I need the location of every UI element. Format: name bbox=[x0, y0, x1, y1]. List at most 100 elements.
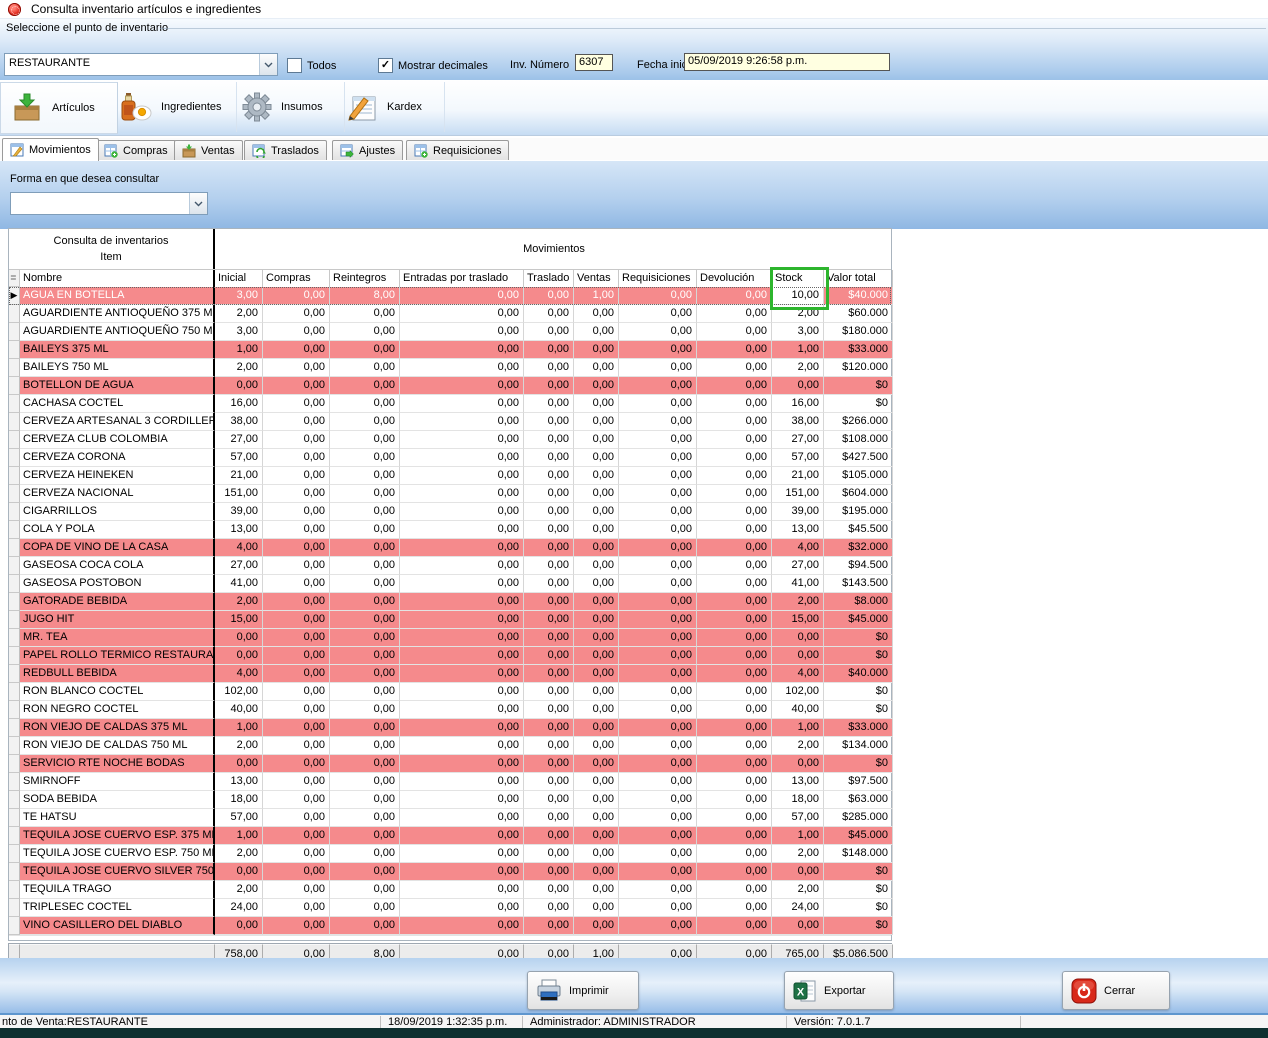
table-row[interactable]: RON BLANCO COCTEL102,000,000,000,000,000… bbox=[9, 683, 891, 701]
value-cell-valor-total: $45.000 bbox=[824, 611, 893, 629]
table-row[interactable]: TEQUILA JOSE CUERVO SILVER 750 M0,000,00… bbox=[9, 863, 891, 881]
tab-movimientos[interactable]: Movimientos bbox=[2, 138, 99, 161]
value-cell-devoluci-n: 0,00 bbox=[697, 485, 772, 503]
table-row[interactable]: BAILEYS 375 ML1,000,000,000,000,000,000,… bbox=[9, 341, 891, 359]
value-cell-ventas: 0,00 bbox=[574, 791, 619, 809]
table-row[interactable]: COPA DE VINO DE LA CASA4,000,000,000,000… bbox=[9, 539, 891, 557]
checkbox-check-icon[interactable]: ✓ bbox=[378, 58, 393, 73]
tab-traslados[interactable]: Traslados bbox=[244, 140, 327, 160]
table-row[interactable]: PAPEL ROLLO TERMICO RESTAURAN0,000,000,0… bbox=[9, 647, 891, 665]
table-row[interactable]: CERVEZA CORONA57,000,000,000,000,000,000… bbox=[9, 449, 891, 467]
table-row[interactable]: RON VIEJO DE CALDAS 375 ML1,000,000,000,… bbox=[9, 719, 891, 737]
table-row[interactable]: ▶AGUA EN BOTELLA3,000,008,000,000,001,00… bbox=[9, 287, 891, 305]
value-cell-traslado: 0,00 bbox=[524, 575, 574, 593]
table-row[interactable]: TRIPLESEC COCTEL24,000,000,000,000,000,0… bbox=[9, 899, 891, 917]
column-header-compras[interactable]: Compras bbox=[263, 270, 330, 287]
table-row[interactable]: SMIRNOFF13,000,000,000,000,000,000,000,0… bbox=[9, 773, 891, 791]
mostrar-decimales-checkbox[interactable]: ✓ Mostrar decimales bbox=[378, 58, 488, 73]
value-cell-requisiciones: 0,00 bbox=[619, 719, 697, 737]
table-row[interactable]: TE HATSU57,000,000,000,000,000,000,000,0… bbox=[9, 809, 891, 827]
exportar-button[interactable]: X Exportar bbox=[784, 971, 894, 1010]
todos-checkbox[interactable]: Todos bbox=[287, 58, 336, 73]
tab-ajustes[interactable]: Ajustes bbox=[332, 140, 403, 160]
value-cell-stock: 27,00 bbox=[772, 431, 824, 449]
column-header-stock[interactable]: Stock bbox=[772, 270, 824, 287]
tab-compras[interactable]: Compras bbox=[96, 140, 176, 160]
column-header-entradas-por-traslado[interactable]: Entradas por traslado bbox=[400, 270, 524, 287]
table-row[interactable]: AGUARDIENTE ANTIOQUEÑO 375 ML2,000,000,0… bbox=[9, 305, 891, 323]
table-row[interactable]: TEQUILA TRAGO2,000,000,000,000,000,000,0… bbox=[9, 881, 891, 899]
table-row[interactable]: BAILEYS 750 ML2,000,000,000,000,000,000,… bbox=[9, 359, 891, 377]
value-cell-stock: 2,00 bbox=[772, 845, 824, 863]
table-row[interactable]: COLA Y POLA13,000,000,000,000,000,000,00… bbox=[9, 521, 891, 539]
toolbar-insumos-label: Insumos bbox=[281, 101, 323, 113]
value-cell-valor-total: $0 bbox=[824, 629, 893, 647]
table-row[interactable]: GASEOSA COCA COLA27,000,000,000,000,000,… bbox=[9, 557, 891, 575]
column-header-valor-total[interactable]: Valor total bbox=[824, 270, 893, 287]
app-icon bbox=[8, 3, 21, 16]
toolbar-articulos-button[interactable]: Artículos bbox=[0, 82, 118, 134]
value-cell-inicial: 13,00 bbox=[215, 521, 263, 539]
row-marker bbox=[9, 305, 20, 323]
fecha-inicio-field[interactable]: 05/09/2019 9:26:58 p.m. bbox=[684, 53, 890, 71]
table-row[interactable]: AGUARDIENTE ANTIOQUEÑO 750 ML3,000,000,0… bbox=[9, 323, 891, 341]
table-row[interactable]: CERVEZA HEINEKEN21,000,000,000,000,000,0… bbox=[9, 467, 891, 485]
row-marker bbox=[9, 539, 20, 557]
forma-consulta-select[interactable] bbox=[10, 192, 208, 215]
value-cell-stock: 151,00 bbox=[772, 485, 824, 503]
chevron-down-icon[interactable] bbox=[259, 54, 277, 75]
groupbox-line bbox=[160, 28, 1266, 29]
column-header-reintegros[interactable]: Reintegros bbox=[330, 270, 400, 287]
column-header-requisiciones[interactable]: Requisiciones bbox=[619, 270, 697, 287]
table-row[interactable]: SERVICIO RTE NOCHE BODAS0,000,000,000,00… bbox=[9, 755, 891, 773]
value-cell-stock: 2,00 bbox=[772, 737, 824, 755]
imprimir-button[interactable]: Imprimir bbox=[527, 971, 639, 1010]
table-row[interactable]: CIGARRILLOS39,000,000,000,000,000,000,00… bbox=[9, 503, 891, 521]
table-row[interactable]: RON VIEJO DE CALDAS 750 ML2,000,000,000,… bbox=[9, 737, 891, 755]
column-header-devoluci-n[interactable]: Devolución bbox=[697, 270, 772, 287]
checkbox-box[interactable] bbox=[287, 58, 302, 73]
toolbar-kardex-button[interactable]: Kardex bbox=[336, 82, 445, 132]
table-row[interactable]: SODA BEBIDA18,000,000,000,000,000,000,00… bbox=[9, 791, 891, 809]
table-row[interactable]: GATORADE BEBIDA2,000,000,000,000,000,000… bbox=[9, 593, 891, 611]
tab-requisiciones[interactable]: Requisiciones bbox=[406, 140, 509, 160]
table-row[interactable]: CACHASA COCTEL16,000,000,000,000,000,000… bbox=[9, 395, 891, 413]
value-cell-compras: 0,00 bbox=[263, 395, 330, 413]
item-name-cell: TRIPLESEC COCTEL bbox=[20, 899, 215, 917]
table-row[interactable]: BOTELLON DE AGUA0,000,000,000,000,000,00… bbox=[9, 377, 891, 395]
column-header-nombre[interactable]: Nombre bbox=[20, 270, 215, 287]
footer-bar: Imprimir X Exportar Cerrar bbox=[0, 958, 1268, 1013]
toolbar-insumos-button[interactable]: Insumos bbox=[232, 82, 345, 132]
value-cell-ventas: 0,00 bbox=[574, 827, 619, 845]
table-row[interactable]: REDBULL BEBIDA4,000,000,000,000,000,000,… bbox=[9, 665, 891, 683]
row-marker bbox=[9, 557, 20, 575]
value-cell-inicial: 151,00 bbox=[215, 485, 263, 503]
table-row[interactable]: CERVEZA CLUB COLOMBIA27,000,000,000,000,… bbox=[9, 431, 891, 449]
value-cell-valor-total: $148.000 bbox=[824, 845, 893, 863]
table-row[interactable]: RON NEGRO COCTEL40,000,000,000,000,000,0… bbox=[9, 701, 891, 719]
value-cell-reintegros: 0,00 bbox=[330, 881, 400, 899]
table-row[interactable]: TEQUILA JOSE CUERVO ESP. 750 ML2,000,000… bbox=[9, 845, 891, 863]
item-name-cell: MR. TEA bbox=[20, 629, 215, 647]
punto-inventario-select[interactable]: RESTAURANTE bbox=[4, 53, 278, 76]
value-cell-entradas-por-traslado: 0,00 bbox=[400, 575, 524, 593]
toolbar-ingredientes-button[interactable]: Ingredientes bbox=[108, 82, 237, 132]
table-row[interactable]: CERVEZA NACIONAL151,000,000,000,000,000,… bbox=[9, 485, 891, 503]
inv-numero-field[interactable]: 6307 bbox=[575, 54, 613, 71]
table-row[interactable]: TEQUILA JOSE CUERVO ESP. 375 ML1,000,000… bbox=[9, 827, 891, 845]
column-header-traslado[interactable]: Traslado bbox=[524, 270, 574, 287]
column-header-ventas[interactable]: Ventas bbox=[574, 270, 619, 287]
table-row[interactable]: CERVEZA ARTESANAL 3 CORDILLERA38,000,000… bbox=[9, 413, 891, 431]
table-row[interactable]: GASEOSA POSTOBON41,000,000,000,000,000,0… bbox=[9, 575, 891, 593]
cerrar-button[interactable]: Cerrar bbox=[1062, 971, 1170, 1010]
column-header-inicial[interactable]: Inicial bbox=[215, 270, 263, 287]
table-row[interactable]: VINO CASILLERO DEL DIABLO0,000,000,000,0… bbox=[9, 917, 891, 935]
chevron-down-icon[interactable] bbox=[189, 193, 207, 214]
value-cell-inicial: 57,00 bbox=[215, 449, 263, 467]
table-row[interactable]: MR. TEA0,000,000,000,000,000,000,000,000… bbox=[9, 629, 891, 647]
value-cell-inicial: 0,00 bbox=[215, 863, 263, 881]
value-cell-inicial: 1,00 bbox=[215, 341, 263, 359]
table-row[interactable]: JUGO HIT15,000,000,000,000,000,000,000,0… bbox=[9, 611, 891, 629]
row-marker bbox=[9, 575, 20, 593]
tab-ventas[interactable]: Ventas bbox=[174, 140, 243, 160]
